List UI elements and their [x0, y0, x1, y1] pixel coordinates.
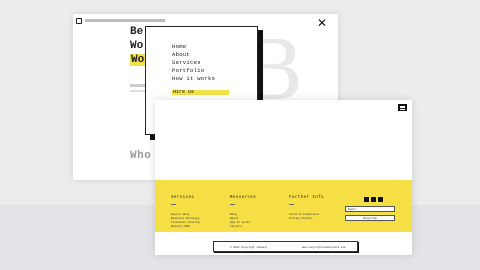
close-icon[interactable]: ✕ — [314, 16, 330, 30]
facebook-icon[interactable] — [364, 197, 369, 202]
copyright-site-link[interactable]: www.copyrightcompanysite.com — [302, 246, 346, 249]
hamburger-icon[interactable] — [398, 104, 407, 111]
footer-col-rule — [171, 204, 176, 205]
footer-col-rule — [289, 204, 294, 205]
footer-link[interactable]: Expert Help — [171, 213, 189, 216]
menu-item-home[interactable]: Home — [172, 43, 186, 50]
footer-col-rule — [230, 204, 235, 205]
footer-link[interactable]: About — [230, 217, 238, 220]
menu-item-portfolio[interactable]: Portfolio — [172, 67, 204, 74]
copyright-text: © 2020 Copyright Company — [230, 246, 268, 249]
footer-link[interactable]: Business Strategy — [171, 217, 200, 220]
menu-item-how-it-works[interactable]: How it works — [172, 75, 215, 82]
subscribe-button[interactable]: Subscribe — [345, 215, 395, 221]
footer-col-title-further-info: Further Info — [289, 196, 324, 200]
footer-link[interactable]: How it works — [230, 221, 250, 224]
browser-window-front: Services Expert Help Business Strategy T… — [155, 100, 412, 255]
twitter-icon[interactable] — [371, 197, 376, 202]
hero-caption-2 — [130, 90, 146, 92]
instagram-icon[interactable] — [378, 197, 383, 202]
menu-item-services[interactable]: Services — [172, 59, 201, 66]
footer-link[interactable]: Terms & Conditions — [289, 213, 319, 216]
footer-link[interactable]: Careers — [230, 225, 242, 228]
footer-link[interactable]: Privacy Policy — [289, 217, 313, 220]
footer-link[interactable]: Technical writing — [171, 221, 200, 224]
menu-item-about[interactable]: About — [172, 51, 190, 58]
copyright-bar: © 2020 Copyright Company www.copyrightco… — [213, 241, 358, 252]
hire-us-button[interactable]: Hire us — [172, 90, 229, 95]
footer-link[interactable]: Website SEO — [171, 225, 189, 228]
hero-line-2: Wo — [130, 40, 144, 52]
site-name-text — [85, 19, 165, 22]
footer-link[interactable]: Blog — [230, 213, 237, 216]
footer-col-title-resources: Resources — [230, 196, 257, 200]
footer-col-title-services: Services — [171, 196, 195, 200]
hero-line-3: Wo — [130, 54, 146, 66]
newsletter-email-input[interactable]: Email — [345, 206, 395, 212]
site-logo-icon[interactable] — [76, 18, 82, 24]
hero-line-1: Be — [130, 26, 144, 38]
